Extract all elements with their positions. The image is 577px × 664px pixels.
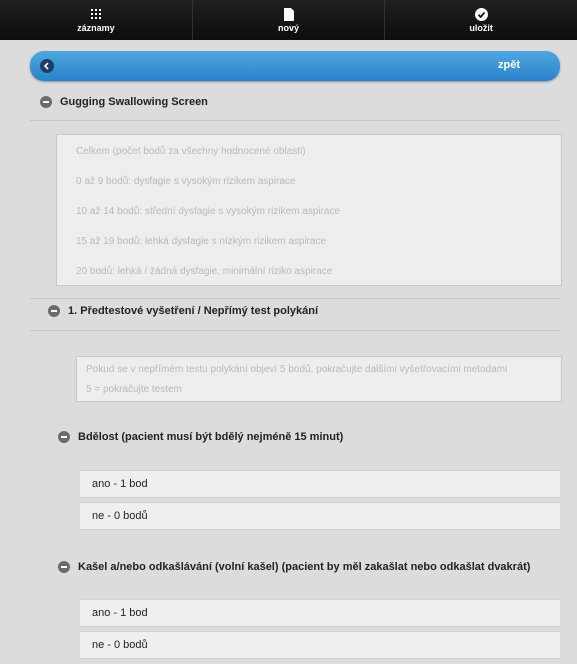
score-line: 20 bodů: lehká / žádná dysfagie, minimál… [76,266,333,277]
section-pretest-header[interactable]: 1. Předtestové vyšetření / Nepřímý test … [48,305,318,317]
option-alertness-no[interactable]: ne - 0 bodů [80,502,560,530]
save-label: uložit [469,23,493,33]
collapse-icon [40,96,52,108]
question-cough-title: Kašel a/nebo odkašlávání (volní kašel) (… [78,561,531,573]
grid-icon [89,7,103,21]
top-toolbar: záznamy nový uložit [0,0,577,40]
score-line: Celkem (počet bodů za všechny hodnocené … [76,146,306,157]
new-label: nový [278,23,300,33]
section-gugging-header[interactable]: Gugging Swallowing Screen [40,96,208,108]
score-line: 0 až 9 bodů: dysfagie s vysokým rizikem … [76,176,296,187]
pretest-info-panel [76,356,562,402]
new-button[interactable]: nový [193,0,386,40]
question-alertness-title: Bdělost (pacient musí být bdělý nejméně … [78,431,344,443]
score-line: 15 až 19 bodů: lehká dysfagie s nízkým r… [76,236,327,247]
back-button[interactable]: zpět [498,59,520,71]
option-label: ne - 0 bodů [92,639,148,651]
option-cough-yes[interactable]: ano - 1 bod [80,599,560,627]
records-button[interactable]: záznamy [0,0,193,40]
section-pretest-title: 1. Předtestové vyšetření / Nepřímý test … [68,305,319,317]
question-cough-header[interactable]: Kašel a/nebo odkašlávání (volní kašel) (… [58,561,568,573]
records-label: záznamy [77,23,115,33]
pretest-info-line: 5 = pokračujte testem [86,384,182,395]
option-cough-no[interactable]: ne - 0 bodů [80,631,560,659]
save-button[interactable]: uložit [385,0,577,40]
divider [30,120,560,121]
collapse-icon [58,561,70,573]
divider [30,330,560,331]
checkmark-icon [474,7,488,21]
back-arrow-icon[interactable] [40,59,54,73]
option-label: ne - 0 bodů [92,510,148,522]
divider [30,298,560,299]
question-alertness-header[interactable]: Bdělost (pacient musí být bdělý nejméně … [58,431,343,443]
pretest-info-line: Pokud se v nepřímém testu polykání objev… [86,364,508,375]
header-bar: zpět [30,51,560,81]
section-gugging-title: Gugging Swallowing Screen [60,96,208,108]
new-document-icon [282,7,296,21]
score-line: 10 až 14 bodů: střední dysfagie s vysoký… [76,206,341,217]
collapse-icon [48,305,60,317]
option-alertness-yes[interactable]: ano - 1 bod [80,470,560,498]
option-label: ano - 1 bod [92,607,148,619]
option-label: ano - 1 bod [92,478,148,490]
collapse-icon [58,431,70,443]
